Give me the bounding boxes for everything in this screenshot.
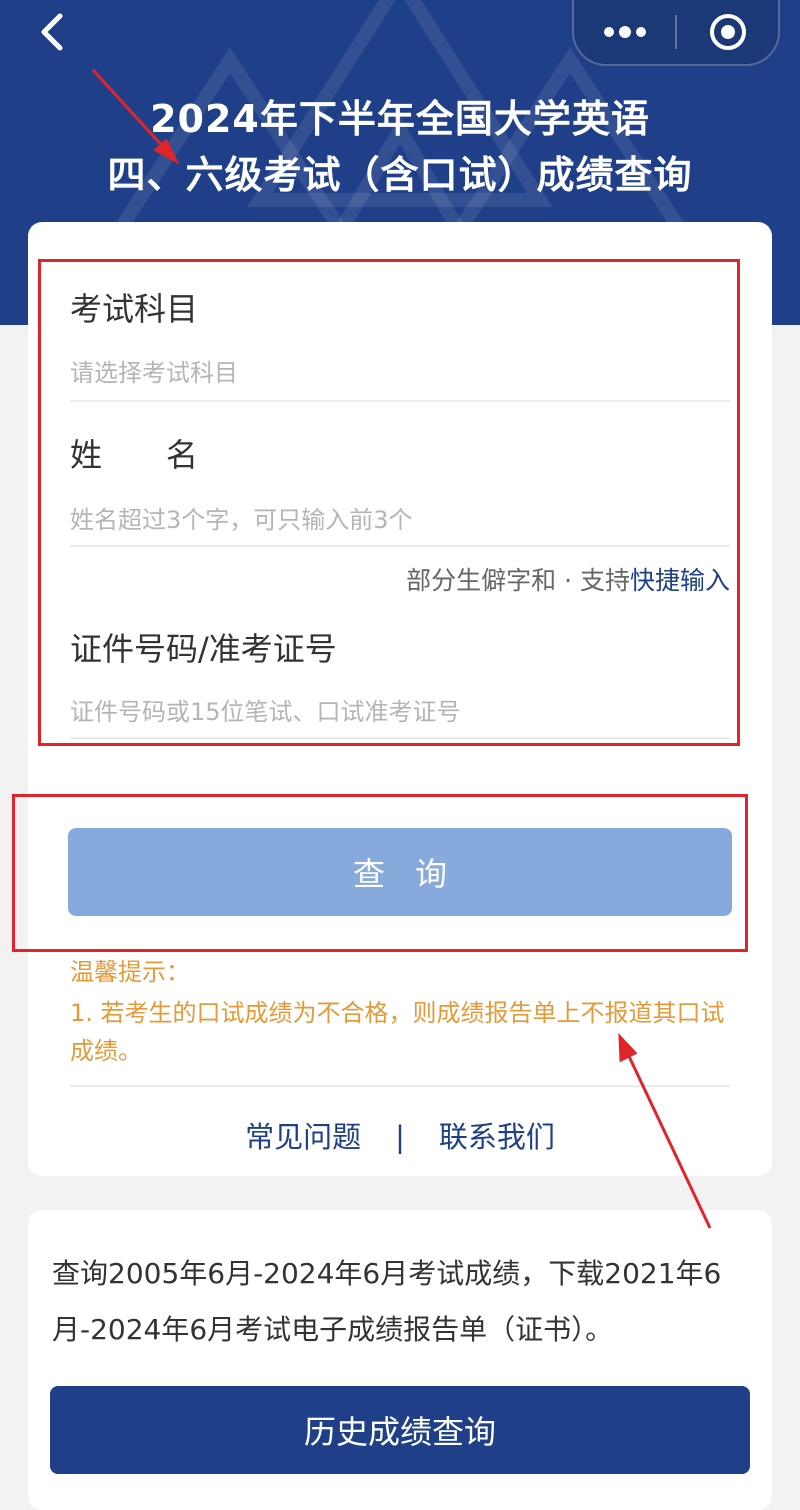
divider bbox=[70, 1085, 730, 1087]
miniprogram-capsule bbox=[572, 0, 780, 66]
page-title-line-2: 四、六级考试（含口试）成绩查询 bbox=[107, 153, 693, 197]
history-card: 查询2005年6月-2024年6月考试成绩，下载2021年6月-2024年6月考… bbox=[28, 1210, 772, 1510]
link-separator: | bbox=[395, 1120, 405, 1154]
page-title-line-1: 2024年下半年全国大学英语 bbox=[150, 97, 650, 141]
annotation-box-form bbox=[38, 259, 740, 746]
back-button[interactable] bbox=[28, 8, 76, 56]
history-query-button[interactable]: 历史成绩查询 bbox=[50, 1386, 750, 1474]
close-miniprogram-button[interactable] bbox=[677, 0, 778, 64]
contact-link[interactable]: 联系我们 bbox=[439, 1114, 555, 1156]
tips-body: 1. 若考生的口试成绩为不合格，则成绩报告单上不报道其口试成绩。 bbox=[70, 999, 725, 1065]
faq-link[interactable]: 常见问题 bbox=[245, 1114, 361, 1156]
tips-title: 温馨提示： bbox=[70, 958, 190, 986]
chevron-left-icon bbox=[41, 13, 63, 51]
footer-links: 常见问题 | 联系我们 bbox=[28, 1114, 772, 1156]
more-button[interactable] bbox=[574, 0, 675, 64]
annotation-box-query bbox=[12, 794, 748, 952]
history-description: 查询2005年6月-2024年6月考试成绩，下载2021年6月-2024年6月考… bbox=[52, 1257, 722, 1346]
more-dots-icon bbox=[603, 26, 646, 38]
target-circle-icon bbox=[709, 14, 746, 50]
